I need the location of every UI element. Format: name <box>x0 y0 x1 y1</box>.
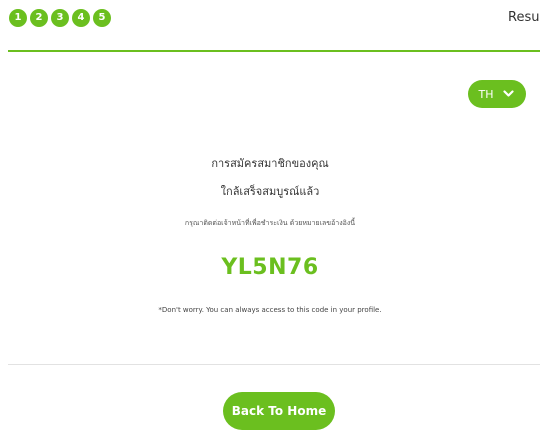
step-3-badge: 3 <box>51 9 69 27</box>
chevron-down-icon <box>502 90 514 97</box>
step-indicator: 1 2 3 4 5 <box>9 9 111 27</box>
message-title-line-1: การสมัครสมาชิกของคุณ <box>211 157 329 170</box>
registration-result-page: 1 2 3 4 5 Result TH การสมัครสมาชิกของคุณ… <box>0 0 540 432</box>
code-note: *Don't worry. You can always access to t… <box>158 306 382 314</box>
step-5-badge: 5 <box>93 9 111 27</box>
language-label: TH <box>478 87 494 101</box>
result-step-label: Result <box>508 10 540 25</box>
step-4-badge: 4 <box>72 9 90 27</box>
message-title-line-2: ใกล้เสร็จสมบูรณ์แล้ว <box>220 185 320 198</box>
content-divider <box>8 364 540 365</box>
step-1-badge: 1 <box>9 9 27 27</box>
payment-instruction: กรุณาติดต่อเจ้าหน้าที่เพื่อชำระเงิน ด้วย… <box>184 219 356 227</box>
language-selector-button[interactable]: TH <box>468 80 526 108</box>
reference-code: YL5N76 <box>221 255 319 280</box>
back-to-home-button[interactable]: Back To Home <box>223 392 335 430</box>
step-2-badge: 2 <box>30 9 48 27</box>
header-divider <box>8 50 540 52</box>
